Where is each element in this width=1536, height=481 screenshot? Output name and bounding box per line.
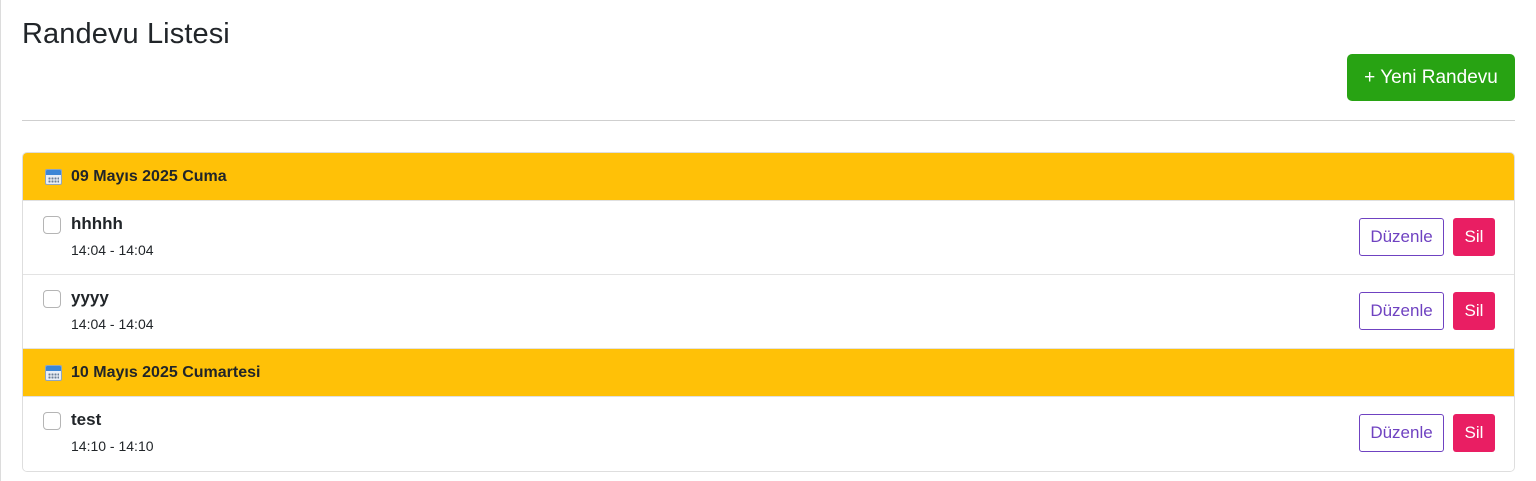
appointment-item: test 14:10 - 14:10 Düzenle Sil <box>23 397 1514 471</box>
appointment-item: yyyy 14:04 - 14:04 Düzenle Sil <box>23 275 1514 349</box>
appointment-item: hhhhh 14:04 - 14:04 Düzenle Sil <box>23 201 1514 275</box>
appointment-time: 14:04 - 14:04 <box>71 316 154 332</box>
appointment-title: hhhhh <box>71 214 123 233</box>
edit-button[interactable]: Düzenle <box>1359 218 1444 256</box>
day-header: 09 Mayıs 2025 Cuma <box>23 153 1514 201</box>
delete-button[interactable]: Sil <box>1453 292 1495 330</box>
page-title: Randevu Listesi <box>22 18 230 50</box>
appointment-time: 14:04 - 14:04 <box>71 242 154 258</box>
divider <box>22 120 1515 121</box>
appointment-title: test <box>71 410 102 429</box>
edit-button[interactable]: Düzenle <box>1359 414 1444 452</box>
appointment-checkbox[interactable] <box>43 412 61 430</box>
new-appointment-button[interactable]: + Yeni Randevu <box>1347 54 1515 101</box>
left-border <box>0 0 1 481</box>
appointment-time: 14:10 - 14:10 <box>71 438 154 454</box>
calendar-icon <box>45 364 62 381</box>
day-header: 10 Mayıs 2025 Cumartesi <box>23 349 1514 397</box>
edit-button[interactable]: Düzenle <box>1359 292 1444 330</box>
appointment-checkbox[interactable] <box>43 290 61 308</box>
appointment-checkbox[interactable] <box>43 216 61 234</box>
day-label: 10 Mayıs 2025 Cumartesi <box>71 363 261 381</box>
delete-button[interactable]: Sil <box>1453 218 1495 256</box>
delete-button[interactable]: Sil <box>1453 414 1495 452</box>
appointment-list: 09 Mayıs 2025 Cuma hhhhh 14:04 - 14:04 D… <box>22 152 1515 472</box>
day-label: 09 Mayıs 2025 Cuma <box>71 167 227 185</box>
appointment-title: yyyy <box>71 288 109 307</box>
calendar-icon <box>45 168 62 185</box>
